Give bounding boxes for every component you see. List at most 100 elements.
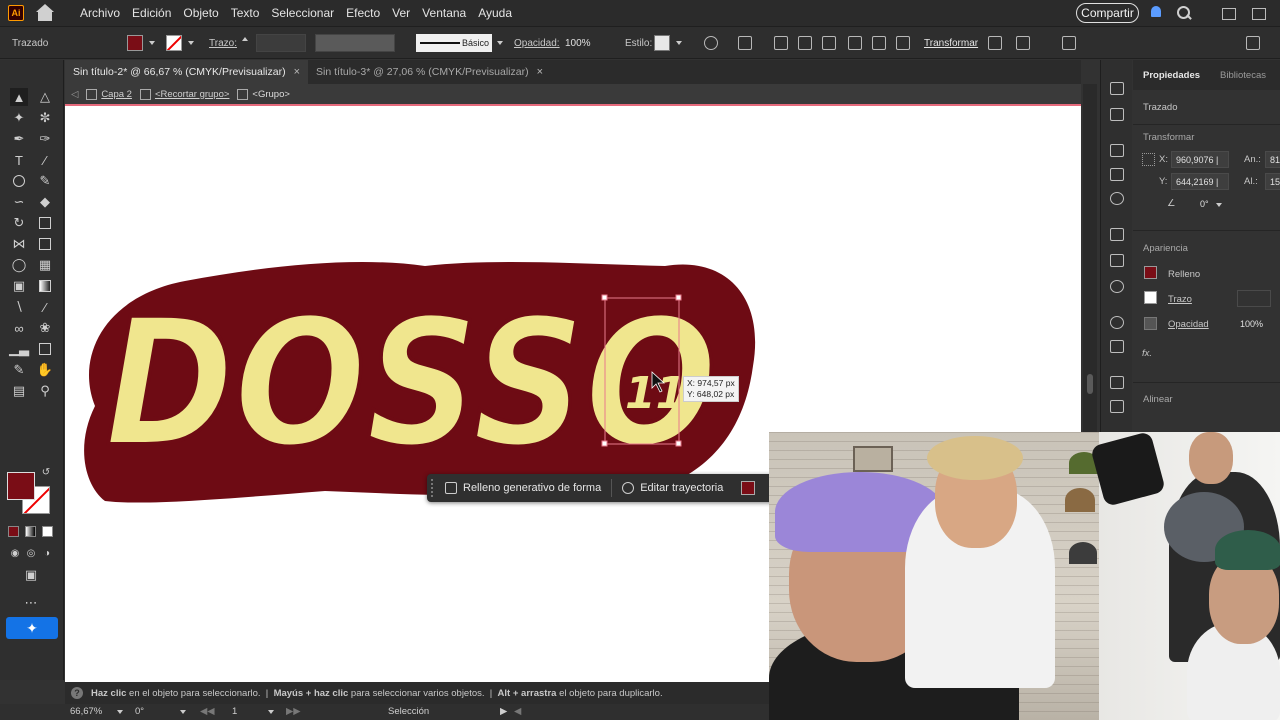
tab-libraries[interactable]: Bibliotecas <box>1210 70 1276 81</box>
shape-builder-tool[interactable]: ◯ <box>10 256 28 274</box>
search-icon[interactable] <box>1176 5 1192 21</box>
gradient-mode-icon[interactable] <box>25 526 36 537</box>
menu-efecto[interactable]: Efecto <box>340 6 386 20</box>
close-icon[interactable]: × <box>537 66 543 78</box>
opacity-label[interactable]: Opacidad: <box>514 38 560 49</box>
align-left-icon[interactable] <box>774 36 788 50</box>
artboard-dropdown-icon[interactable] <box>268 710 274 714</box>
x-input[interactable]: 960,9076 | <box>1171 151 1229 168</box>
scale-tool[interactable] <box>36 214 54 232</box>
stroke-weight-input[interactable] <box>256 34 306 52</box>
scroll-thumb[interactable] <box>1087 374 1093 394</box>
angle-dropdown-icon[interactable] <box>1216 203 1222 207</box>
column-graph-tool[interactable]: ▁▃ <box>9 340 29 358</box>
close-icon[interactable]: × <box>294 66 300 78</box>
slice-tool[interactable]: ✎ <box>10 361 28 379</box>
shaper-tool[interactable]: ∽ <box>10 193 28 211</box>
stroke-swatch[interactable] <box>166 35 182 51</box>
stroke-weight-label[interactable]: Trazo: <box>209 38 237 49</box>
status-back-icon[interactable]: ◀ <box>514 706 521 717</box>
tab-properties[interactable]: Propiedades <box>1133 70 1210 81</box>
rotation-value[interactable]: 0° <box>135 706 144 717</box>
workspace-icon[interactable] <box>1252 8 1266 20</box>
opacity-input[interactable]: 100% <box>560 34 614 52</box>
zoom-dropdown-icon[interactable] <box>117 710 123 714</box>
arrange-documents-icon[interactable] <box>1222 8 1236 20</box>
layers-panel-icon[interactable] <box>1110 376 1124 389</box>
recolor-icon[interactable] <box>704 36 718 50</box>
perspective-grid-tool[interactable]: ▦ <box>36 256 54 274</box>
y-input[interactable]: 644,2169 | <box>1171 173 1229 190</box>
libraries-panel-icon[interactable] <box>1110 144 1124 157</box>
menu-archivo[interactable]: Archivo <box>74 6 126 20</box>
rotation-dropdown-icon[interactable] <box>180 710 186 714</box>
help-icon[interactable]: ? <box>71 687 83 699</box>
align-middle-icon[interactable] <box>872 36 886 50</box>
generative-tools-button[interactable]: ✦ <box>6 617 58 639</box>
breadcrumb-layer[interactable]: Capa 2 <box>86 88 132 100</box>
align-to-icon[interactable] <box>738 36 752 50</box>
width-input[interactable]: 81 <box>1265 151 1280 168</box>
screen-mode-icon[interactable]: ▣ <box>22 566 40 584</box>
eraser-tool[interactable]: ◆ <box>36 193 54 211</box>
breadcrumb-clip-group[interactable]: <Recortar grupo> <box>139 88 229 100</box>
rotate-tool[interactable]: ↻ <box>10 214 28 232</box>
fill-color-box[interactable] <box>7 472 35 500</box>
status-menu-icon[interactable]: ▶ <box>500 706 507 717</box>
transparency-panel-icon[interactable] <box>1110 280 1124 293</box>
symbol-sprayer-tool[interactable]: ❀ <box>36 319 54 337</box>
panel-options-icon[interactable] <box>1246 36 1260 50</box>
tab-document-2[interactable]: Sin título-2* @ 66,67 % (CMYK/Previsuali… <box>65 60 309 84</box>
curvature-tool[interactable]: ✑ <box>36 130 54 148</box>
selection-handle[interactable] <box>601 294 608 301</box>
menu-ventana[interactable]: Ventana <box>416 6 472 20</box>
width-tool[interactable]: ⋈ <box>10 235 28 253</box>
appearance-stroke-swatch[interactable] <box>1144 291 1157 304</box>
opacity-label[interactable]: Opacidad <box>1168 319 1209 330</box>
measure-tool[interactable]: ∕ <box>36 298 54 316</box>
align-top-icon[interactable] <box>848 36 862 50</box>
magic-wand-tool[interactable]: ✦ <box>10 109 28 127</box>
none-mode-icon[interactable] <box>42 526 53 537</box>
symbols-panel-icon[interactable] <box>1110 192 1124 205</box>
opacity-value[interactable]: 100% <box>1235 315 1273 332</box>
transform-link[interactable]: Transformar <box>924 38 978 49</box>
brushes-panel-icon[interactable] <box>1110 168 1124 181</box>
align-bottom-icon[interactable] <box>896 36 910 50</box>
paintbrush-tool[interactable]: ✎ <box>36 172 54 190</box>
ellipse-tool[interactable] <box>10 172 28 190</box>
menu-objeto[interactable]: Objeto <box>177 6 224 20</box>
swap-fill-stroke-icon[interactable]: ↺ <box>40 466 52 478</box>
direct-selection-tool[interactable]: △ <box>36 88 54 106</box>
menu-ayuda[interactable]: Ayuda <box>472 6 518 20</box>
fill-swatch[interactable] <box>127 35 143 51</box>
first-artboard-icon[interactable]: ◀◀ <box>200 706 215 717</box>
selection-handle[interactable] <box>675 294 682 301</box>
graphic-style-swatch[interactable] <box>654 35 670 51</box>
edit-toolbar-icon[interactable]: ⋯ <box>22 594 40 612</box>
document-panel-icon[interactable] <box>1110 108 1124 121</box>
selection-tool[interactable]: ▲ <box>10 88 28 106</box>
blend-tool[interactable]: ∞ <box>10 319 28 337</box>
variable-width-profile[interactable] <box>315 34 395 52</box>
free-transform-tool[interactable] <box>36 235 54 253</box>
mesh-tool[interactable]: ▣ <box>10 277 28 295</box>
appearance-fill-swatch[interactable] <box>1144 266 1157 279</box>
breadcrumb-clip-group-label[interactable]: <Recortar grupo> <box>155 89 229 100</box>
reference-point-icon[interactable] <box>1142 153 1155 166</box>
export-panel-icon[interactable] <box>1110 400 1124 413</box>
type-tool[interactable]: T <box>10 151 28 169</box>
generative-shape-fill-button[interactable]: Relleno generativo de forma <box>435 474 611 502</box>
brush-dropdown-icon[interactable] <box>497 41 503 45</box>
hand-tool[interactable]: ✋ <box>36 361 54 379</box>
align-center-icon[interactable] <box>798 36 812 50</box>
home-icon[interactable] <box>36 4 54 22</box>
align-right-icon[interactable] <box>822 36 836 50</box>
stroke-weight-field[interactable] <box>1237 290 1271 307</box>
zoom-level[interactable]: 66,67% <box>70 706 102 717</box>
selection-handle[interactable] <box>601 440 608 447</box>
gradient-tool[interactable] <box>36 277 54 295</box>
transform-each-icon[interactable] <box>988 36 1002 50</box>
line-tool[interactable]: ∕ <box>36 151 54 169</box>
stroke-up-icon[interactable] <box>242 37 248 41</box>
